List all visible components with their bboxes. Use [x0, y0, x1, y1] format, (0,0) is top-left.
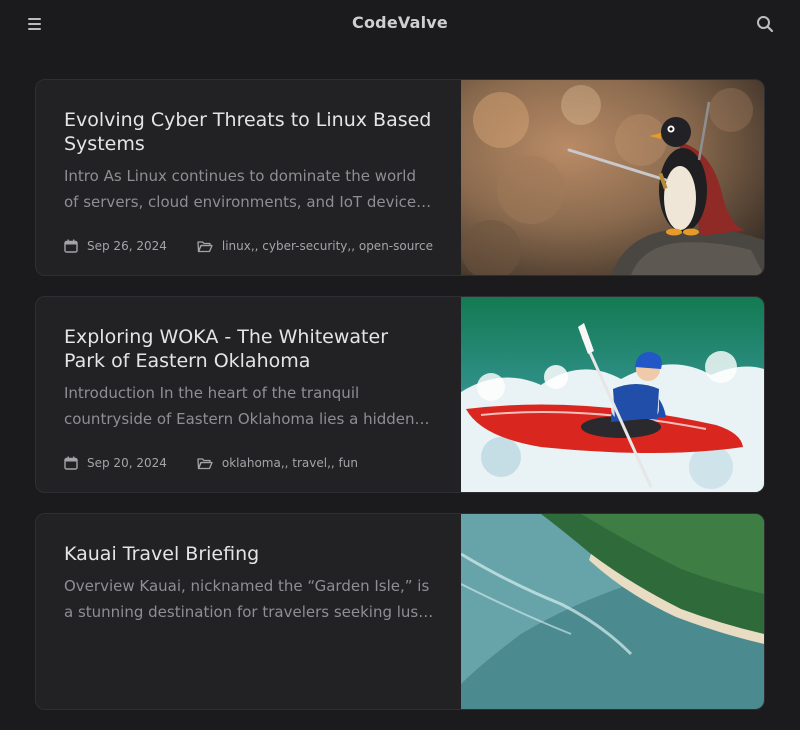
post-card[interactable]: Evolving Cyber Threats to Linux Based Sy… — [35, 79, 765, 276]
post-categories: linux,, cyber-security,, open-source — [197, 239, 433, 253]
post-date: Sep 26, 2024 — [64, 239, 167, 253]
post-categories-text[interactable]: linux,, cyber-security,, open-source — [222, 239, 433, 253]
post-categories-text[interactable]: oklahoma,, travel,, fun — [222, 456, 358, 470]
post-title[interactable]: Kauai Travel Briefing — [64, 542, 434, 566]
post-card[interactable]: Exploring WOKA - The Whitewater Park of … — [35, 296, 765, 493]
post-date-text: Sep 20, 2024 — [87, 456, 167, 470]
kauai-coastline-illustration — [461, 514, 764, 709]
post-list: Evolving Cyber Threats to Linux Based Sy… — [35, 79, 765, 730]
kayak-whitewater-illustration — [461, 297, 764, 492]
penguin-warrior-illustration — [461, 80, 764, 275]
site-title[interactable]: CodeValve — [0, 13, 800, 32]
post-excerpt: Intro As Linux continues to dominate the… — [64, 167, 429, 211]
post-card[interactable]: Kauai Travel Briefing Overview Kauai, ni… — [35, 513, 765, 710]
kauai-coastline-image[interactable] — [461, 514, 764, 709]
calendar-icon — [64, 239, 78, 253]
top-navbar: CodeValve — [0, 0, 800, 48]
post-excerpt: Introduction In the heart of the tranqui… — [64, 384, 415, 428]
search-button[interactable] — [752, 12, 778, 36]
search-icon — [757, 16, 774, 33]
folder-open-icon — [197, 457, 213, 469]
kayak-whitewater-image[interactable] — [461, 297, 764, 492]
post-excerpt: Overview Kauai, nicknamed the “Garden Is… — [64, 577, 430, 621]
post-date-text: Sep 26, 2024 — [87, 239, 167, 253]
post-categories: oklahoma,, travel,, fun — [197, 456, 358, 470]
post-card-text: Evolving Cyber Threats to Linux Based Sy… — [64, 108, 434, 215]
folder-open-icon — [197, 240, 213, 252]
post-meta: Sep 26, 2024 linux,, cyber-security,, op… — [64, 239, 433, 253]
post-title[interactable]: Exploring WOKA - The Whitewater Park of … — [64, 325, 434, 373]
post-card-text: Exploring WOKA - The Whitewater Park of … — [64, 325, 434, 432]
post-meta: Sep 20, 2024 oklahoma,, travel,, fun — [64, 456, 358, 470]
post-card-text: Kauai Travel Briefing Overview Kauai, ni… — [64, 542, 434, 625]
post-title[interactable]: Evolving Cyber Threats to Linux Based Sy… — [64, 108, 434, 156]
post-date: Sep 20, 2024 — [64, 456, 167, 470]
penguin-warrior-image[interactable] — [461, 80, 764, 275]
calendar-icon — [64, 456, 78, 470]
